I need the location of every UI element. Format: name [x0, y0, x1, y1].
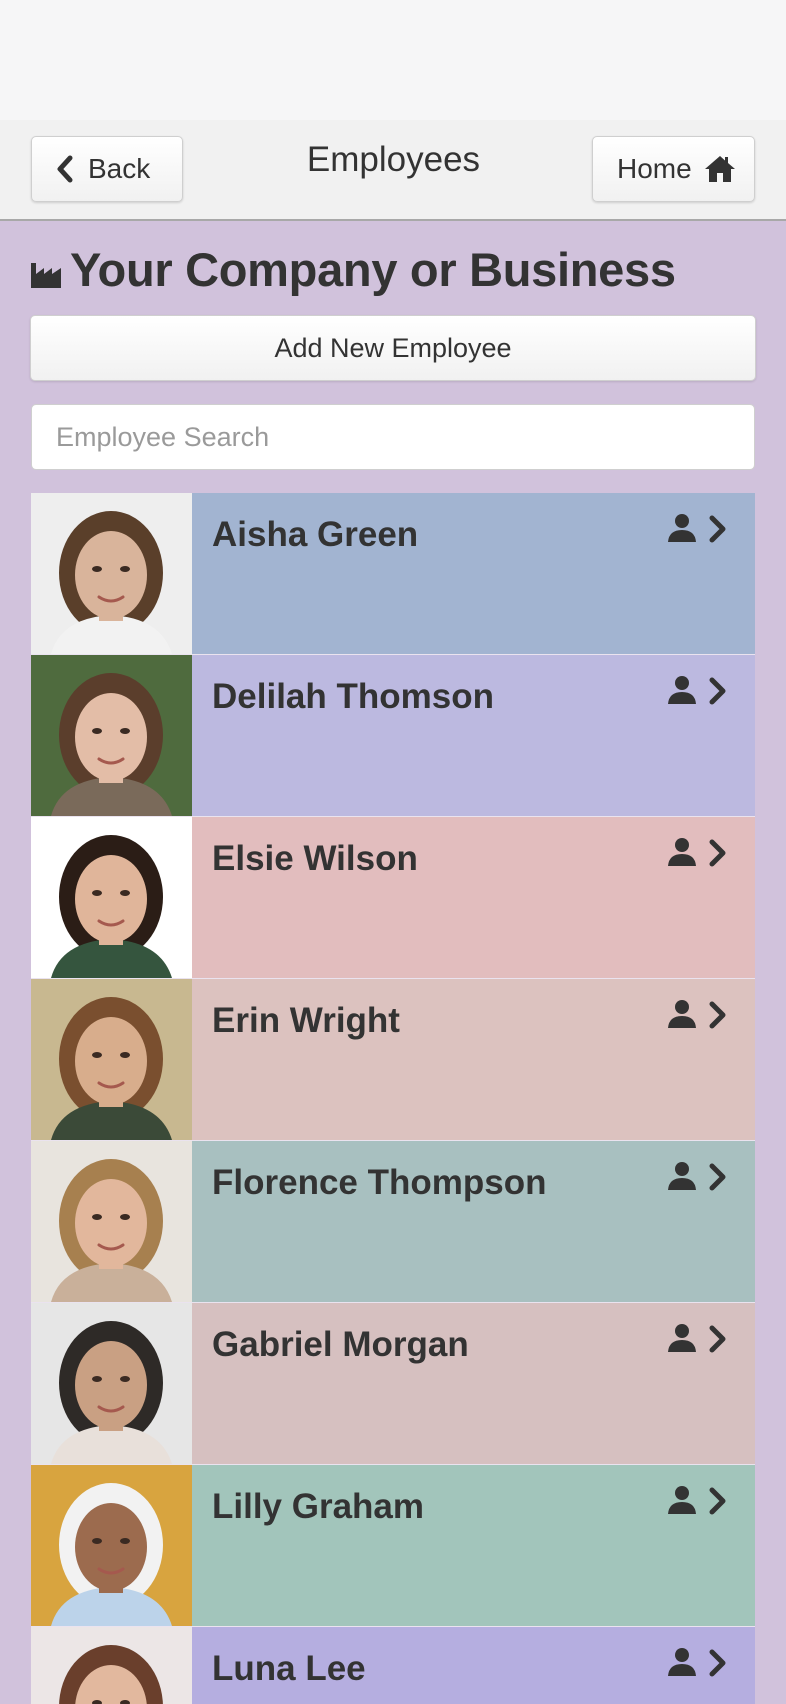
person-icon [668, 1000, 696, 1028]
employee-row[interactable]: Erin Wright [31, 979, 755, 1141]
back-button[interactable]: Back [31, 136, 183, 202]
nav-bar: Back Employees Home [0, 120, 786, 221]
employee-photo [31, 1627, 192, 1704]
chevron-right-icon [709, 1001, 726, 1029]
employee-list: Aisha Green Delilah Thomson Elsie Wilson Er… [31, 493, 755, 1704]
chevron-right-icon [709, 839, 726, 867]
home-icon [704, 156, 735, 182]
employee-name: Aisha Green [212, 515, 419, 554]
employee-info: Gabriel Morgan [192, 1303, 755, 1464]
company-header: Your Company or Business [30, 242, 676, 297]
employee-name: Lilly Graham [212, 1487, 425, 1526]
employee-name: Florence Thompson [212, 1163, 547, 1202]
employee-photo [31, 1141, 192, 1302]
add-employee-button[interactable]: Add New Employee [30, 315, 756, 381]
page-title: Employees [306, 140, 481, 179]
employee-row[interactable]: Luna Lee [31, 1627, 755, 1704]
employee-info: Delilah Thomson [192, 655, 755, 816]
employee-row[interactable]: Delilah Thomson [31, 655, 755, 817]
employee-row[interactable]: Aisha Green [31, 493, 755, 655]
person-icon [668, 676, 696, 704]
chevron-right-icon [709, 1325, 726, 1353]
employee-photo [31, 1303, 192, 1464]
employee-name: Luna Lee [212, 1649, 366, 1688]
employee-info: Florence Thompson [192, 1141, 755, 1302]
employee-photo [31, 1465, 192, 1626]
person-icon [668, 1324, 696, 1352]
factory-icon [31, 262, 61, 288]
person-icon [668, 1486, 696, 1514]
chevron-right-icon [709, 515, 726, 543]
chevron-right-icon [709, 1487, 726, 1515]
person-icon [668, 514, 696, 542]
back-label: Back [88, 153, 151, 184]
chevron-right-icon [709, 1163, 726, 1191]
employee-info: Aisha Green [192, 493, 755, 654]
home-button[interactable]: Home [592, 136, 755, 202]
employee-photo [31, 817, 192, 978]
chevron-right-icon [709, 1649, 726, 1677]
employee-name: Gabriel Morgan [212, 1325, 469, 1364]
employee-name: Delilah Thomson [212, 677, 494, 716]
employee-info: Luna Lee [192, 1627, 755, 1704]
employee-row[interactable]: Florence Thompson [31, 1141, 755, 1303]
employee-row[interactable]: Gabriel Morgan [31, 1303, 755, 1465]
employee-photo [31, 493, 192, 654]
chevron-left-icon [57, 155, 73, 183]
employee-photo [31, 979, 192, 1140]
employee-name: Elsie Wilson [212, 839, 418, 878]
employee-search-input[interactable] [31, 404, 755, 470]
chevron-right-icon [709, 677, 726, 705]
employee-info: Lilly Graham [192, 1465, 755, 1626]
home-label: Home [617, 153, 692, 184]
company-name: Your Company or Business [70, 243, 676, 296]
person-icon [668, 838, 696, 866]
employee-row[interactable]: Elsie Wilson [31, 817, 755, 979]
status-bar [0, 0, 786, 120]
employee-info: Erin Wright [192, 979, 755, 1140]
employee-name: Erin Wright [212, 1001, 400, 1040]
employee-photo [31, 655, 192, 816]
employee-info: Elsie Wilson [192, 817, 755, 978]
person-icon [668, 1162, 696, 1190]
employee-row[interactable]: Lilly Graham [31, 1465, 755, 1627]
person-icon [668, 1648, 696, 1676]
